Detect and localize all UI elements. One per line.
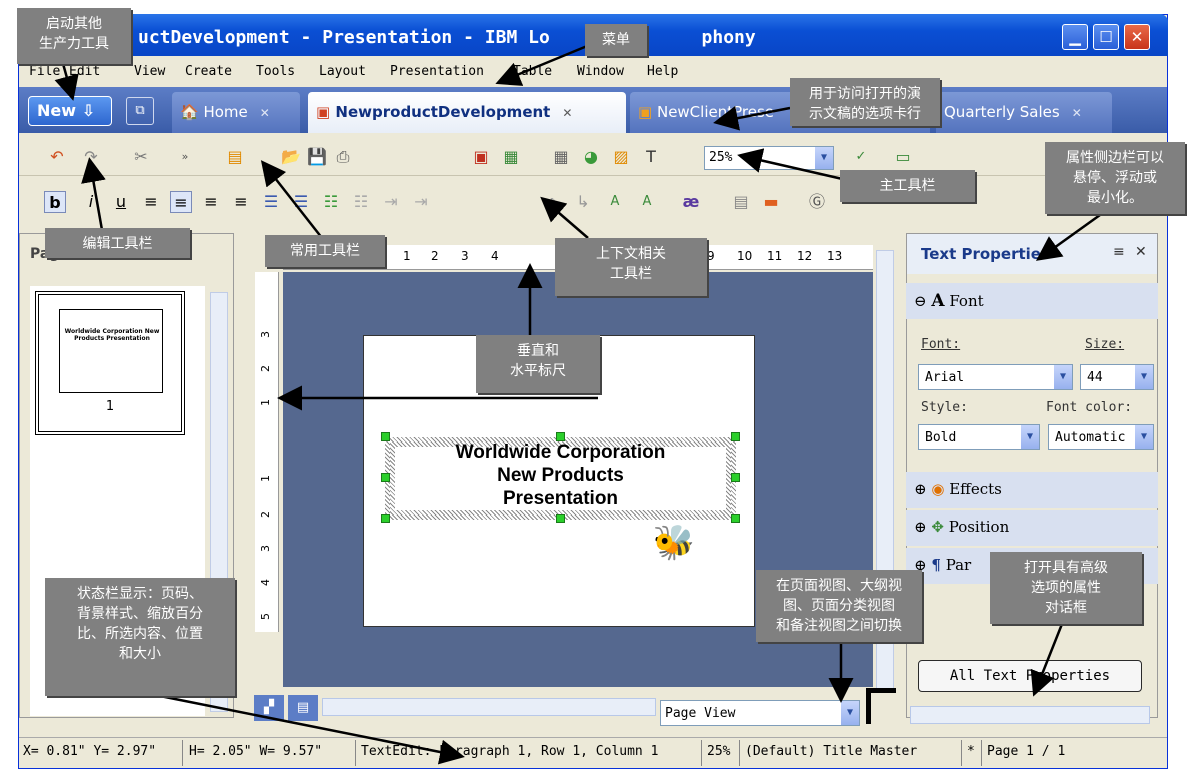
callout-context-toolbar: 上下文相关 工具栏 [555, 238, 707, 296]
callout-sidebar: 属性侧边栏可以 悬停、浮动或 最小化。 [1045, 142, 1185, 214]
callout-rulers: 垂直和 水平标尺 [476, 335, 600, 393]
callout-tabs-row: 用于访问打开的演 示文稿的选项卡行 [790, 78, 940, 126]
callout-view-switch: 在页面视图、大纲视 图、页面分类视图 和备注视图之间切换 [756, 570, 922, 642]
callout-status-bar: 状态栏显示：页码、 背景样式、缩放百分 比、所选内容、位置 和大小 [45, 578, 235, 696]
callout-menu: 菜单 [585, 24, 647, 56]
callout-main-toolbar: 主工具栏 [840, 170, 975, 202]
callout-edit-toolbar: 编辑工具栏 [45, 228, 190, 258]
callout-props-dialog: 打开具有高级 选项的属性 对话框 [990, 552, 1142, 624]
callout-common-toolbar: 常用工具栏 [265, 235, 385, 267]
callout-other-apps: 启动其他 生产力工具 [17, 8, 131, 64]
